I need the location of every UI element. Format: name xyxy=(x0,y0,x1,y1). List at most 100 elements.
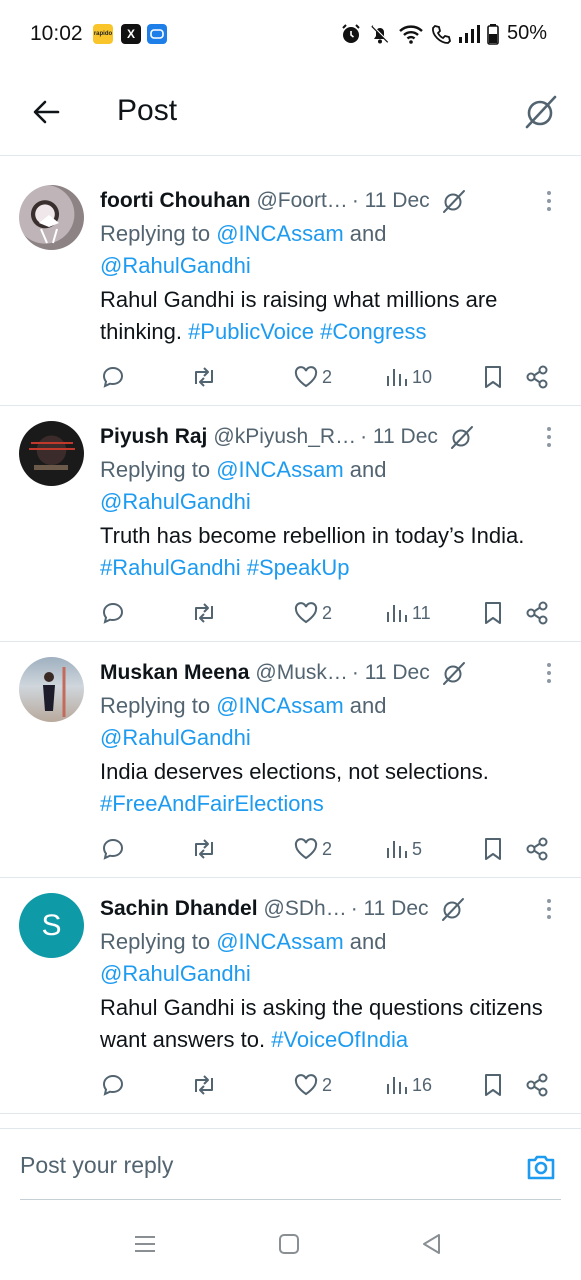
grok-icon[interactable] xyxy=(440,187,468,215)
tweet-text: Truth has become rebellion in today’s In… xyxy=(100,520,563,584)
mention-link[interactable]: @RahulGandhi xyxy=(100,961,251,986)
home-button[interactable] xyxy=(275,1230,303,1258)
retweet-button[interactable] xyxy=(190,598,218,628)
like-button[interactable]: 2 xyxy=(293,362,332,392)
mention-link[interactable]: @RahulGandhi xyxy=(100,489,251,514)
system-nav-bar xyxy=(0,1200,581,1280)
share-icon xyxy=(526,365,548,389)
share-icon xyxy=(526,1073,548,1097)
avatar[interactable]: S xyxy=(19,893,84,958)
share-button[interactable] xyxy=(524,362,550,392)
bookmark-button[interactable] xyxy=(482,1070,504,1100)
views-button[interactable]: 16 xyxy=(385,1070,432,1100)
views-button[interactable]: 5 xyxy=(385,834,422,864)
mention-link[interactable]: @INCAssam xyxy=(216,457,343,482)
replying-to-label: Replying to xyxy=(100,929,217,954)
retweet-button[interactable] xyxy=(190,834,218,864)
views-button[interactable]: 11 xyxy=(385,598,431,628)
heart-icon xyxy=(294,602,318,624)
back-button[interactable] xyxy=(28,94,64,130)
share-icon xyxy=(526,837,548,861)
heart-icon xyxy=(294,1074,318,1096)
bookmark-icon xyxy=(485,1074,501,1096)
retweet-button[interactable] xyxy=(190,362,218,392)
tweet-item[interactable]: S Sachin Dhandel @SDh… · 11 Dec Replying… xyxy=(0,878,581,1114)
like-button[interactable]: 2 xyxy=(293,834,332,864)
hashtags[interactable]: #FreeAndFairElections xyxy=(100,791,324,816)
tweet-item[interactable]: Muskan Meena @Musk… · 11 Dec Replying to… xyxy=(0,642,581,878)
reply-icon xyxy=(102,1074,124,1096)
back-triangle-icon xyxy=(423,1234,440,1254)
tweet-item[interactable]: Piyush Raj @kPiyush_R… · 11 Dec Replying… xyxy=(0,406,581,642)
more-vertical-icon[interactable] xyxy=(537,894,561,924)
views-icon xyxy=(387,1077,407,1094)
mention-link[interactable]: @INCAssam xyxy=(216,693,343,718)
views-button[interactable]: 10 xyxy=(385,362,432,392)
reply-button[interactable] xyxy=(100,598,126,628)
tweet-item[interactable]: foorti Chouhan @Foort… · 11 Dec Replying… xyxy=(0,170,581,406)
replying-to: Replying to @INCAssam and @RahulGandhi xyxy=(100,218,561,282)
more-vertical-icon[interactable] xyxy=(537,422,561,452)
recent-apps-button[interactable] xyxy=(131,1230,159,1258)
like-button[interactable]: 2 xyxy=(293,598,332,628)
tweet-header: Piyush Raj @kPiyush_R… · 11 Dec xyxy=(100,422,561,452)
tweet-date[interactable]: · 11 Dec xyxy=(351,897,429,921)
reply-button[interactable] xyxy=(100,834,126,864)
bow-graphic xyxy=(39,215,59,244)
app-header: Post xyxy=(0,70,581,156)
author-name[interactable]: Muskan Meena xyxy=(100,661,249,685)
mention-link[interactable]: @RahulGandhi xyxy=(100,253,251,278)
share-button[interactable] xyxy=(524,834,550,864)
tweet-date[interactable]: · 11 Dec xyxy=(360,425,438,449)
more-vertical-icon[interactable] xyxy=(537,658,561,688)
grok-icon[interactable] xyxy=(448,423,476,451)
bookmark-button[interactable] xyxy=(482,834,504,864)
bookmark-icon xyxy=(485,838,501,860)
reply-button[interactable] xyxy=(100,1070,126,1100)
author-name[interactable]: Sachin Dhandel xyxy=(100,897,258,921)
tweet-date[interactable]: · 11 Dec xyxy=(352,189,430,213)
view-count: 16 xyxy=(412,1074,433,1095)
camera-button[interactable] xyxy=(525,1151,557,1183)
hashtags[interactable]: #RahulGandhi #SpeakUp xyxy=(100,555,350,580)
reply-button[interactable] xyxy=(100,362,126,392)
like-button[interactable]: 2 xyxy=(293,1070,332,1100)
share-button[interactable] xyxy=(524,598,550,628)
mention-link[interactable]: @RahulGandhi xyxy=(100,725,251,750)
author-handle[interactable]: @kPiyush_R… xyxy=(213,425,356,449)
tweet-text: India deserves elections, not selections… xyxy=(100,756,563,820)
tweet-header: foorti Chouhan @Foort… · 11 Dec xyxy=(100,186,561,216)
hashtags[interactable]: #VoiceOfIndia xyxy=(271,1027,408,1052)
hashtags[interactable]: #PublicVoice #Congress xyxy=(188,319,426,344)
replying-to-label: Replying to xyxy=(100,221,217,246)
bookmark-button[interactable] xyxy=(482,362,504,392)
author-name[interactable]: Piyush Raj xyxy=(100,425,207,449)
grok-button[interactable] xyxy=(521,92,561,132)
reply-icon xyxy=(102,366,124,388)
reply-input[interactable] xyxy=(20,1147,500,1183)
tweet-text: Rahul Gandhi is asking the questions cit… xyxy=(100,992,563,1056)
like-count: 2 xyxy=(322,366,333,387)
grok-icon[interactable] xyxy=(439,895,467,923)
more-vertical-icon[interactable] xyxy=(537,186,561,216)
author-handle[interactable]: @Musk… xyxy=(255,661,348,685)
avatar[interactable] xyxy=(19,657,84,722)
author-name[interactable]: foorti Chouhan xyxy=(100,189,250,213)
share-icon xyxy=(526,601,548,625)
bookmark-icon xyxy=(485,366,501,388)
tweet-actions: 2 11 xyxy=(100,598,561,628)
replying-to-label: Replying to xyxy=(100,457,217,482)
views-icon xyxy=(387,605,407,622)
avatar[interactable] xyxy=(19,185,84,250)
grok-icon[interactable] xyxy=(440,659,468,687)
avatar[interactable] xyxy=(19,421,84,486)
tweet-date[interactable]: · 11 Dec xyxy=(352,661,430,685)
bookmark-button[interactable] xyxy=(482,598,504,628)
author-handle[interactable]: @Foort… xyxy=(256,189,347,213)
system-back-button[interactable] xyxy=(418,1230,446,1258)
share-button[interactable] xyxy=(524,1070,550,1100)
author-handle[interactable]: @SDh… xyxy=(264,897,347,921)
mention-link[interactable]: @INCAssam xyxy=(216,929,343,954)
mention-link[interactable]: @INCAssam xyxy=(216,221,343,246)
retweet-button[interactable] xyxy=(190,1070,218,1100)
